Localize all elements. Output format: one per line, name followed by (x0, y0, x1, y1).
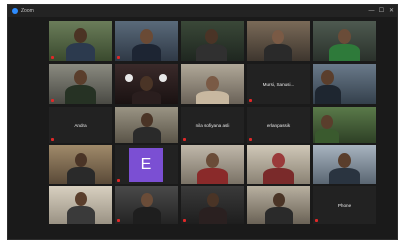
participant-tile[interactable] (115, 64, 178, 104)
participant-tile-name-only[interactable]: Andra (49, 107, 112, 143)
maximize-button[interactable]: ☐ (377, 5, 386, 17)
participant-tile[interactable] (247, 145, 310, 184)
participant-tile[interactable] (181, 186, 244, 224)
participant-name: erlanpassik (266, 122, 291, 128)
participant-tile[interactable] (115, 21, 178, 61)
participant-tile-name-only[interactable]: Mursi, Sanusi... (247, 64, 310, 104)
muted-mic-icon (183, 138, 186, 141)
participant-tile-active-speaker[interactable] (313, 21, 376, 61)
participant-tile[interactable] (49, 145, 112, 184)
minimize-button[interactable]: — (367, 5, 376, 17)
close-button[interactable]: ✕ (387, 5, 396, 17)
participant-tile[interactable] (181, 21, 244, 61)
participant-tile[interactable] (181, 145, 244, 184)
muted-mic-icon (51, 56, 54, 59)
title-bar: Zoom — ☐ ✕ (8, 5, 397, 17)
participant-tile[interactable] (247, 186, 310, 224)
muted-mic-icon (249, 99, 252, 102)
participant-tile-name-only[interactable]: erlanpassik (247, 107, 310, 143)
muted-mic-icon (51, 138, 54, 141)
muted-mic-icon (117, 219, 120, 222)
muted-mic-icon (117, 179, 120, 182)
participant-tile[interactable] (247, 21, 310, 61)
participant-tile[interactable] (313, 64, 376, 104)
participant-name: Phone (337, 202, 352, 208)
participant-tile-name-only[interactable]: nila sofiyana asli (181, 107, 244, 143)
muted-mic-icon (183, 219, 186, 222)
participant-tile[interactable] (49, 21, 112, 61)
participant-tile[interactable] (313, 107, 376, 143)
participant-avatar: E (129, 148, 163, 182)
participant-name: Andra (74, 122, 87, 128)
participant-name: nila sofiyana asli (195, 122, 230, 128)
participant-tile[interactable] (181, 64, 244, 104)
participant-tile[interactable] (49, 186, 112, 224)
muted-mic-icon (315, 219, 318, 222)
participant-name: Mursi, Sanusi... (262, 81, 295, 87)
muted-mic-icon (51, 99, 54, 102)
participant-tile[interactable] (115, 186, 178, 224)
participant-tile[interactable] (313, 145, 376, 184)
participant-tile[interactable]: E (115, 145, 178, 184)
muted-mic-icon (117, 56, 120, 59)
participant-tile-name-only[interactable]: Phone (313, 186, 376, 224)
zoom-icon (12, 8, 18, 14)
participant-tile[interactable] (49, 64, 112, 104)
zoom-meeting-window: Zoom — ☐ ✕ Mursi, Sanusi... Andra nila s… (7, 4, 398, 240)
participant-tile[interactable] (115, 107, 178, 143)
muted-mic-icon (249, 138, 252, 141)
window-title: Zoom (21, 8, 34, 14)
